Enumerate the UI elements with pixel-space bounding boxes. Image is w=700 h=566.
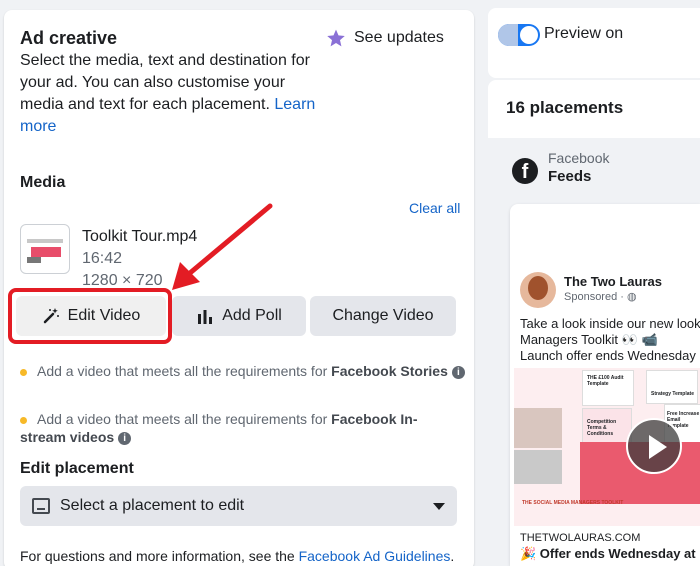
preview-toggle[interactable] xyxy=(498,24,540,46)
edit-video-highlight-annotation xyxy=(8,288,172,344)
avatar xyxy=(520,272,556,308)
video-person-thumbnail xyxy=(514,450,562,484)
video-person-thumbnail xyxy=(514,408,562,448)
post-sponsored: Sponsored · ◍ xyxy=(564,291,637,303)
post-video-media[interactable]: THE £100 Audit Template Strategy Templat… xyxy=(514,368,700,526)
add-poll-label: Add Poll xyxy=(222,307,282,324)
requirement-text: Add a video that meets all the requireme… xyxy=(37,363,332,379)
post-domain: THETWOLAURAS.COM xyxy=(520,532,641,544)
see-updates-label: See updates xyxy=(354,29,444,46)
platform-name: Facebook xyxy=(548,150,610,166)
description-text: Select the media, text and destination f… xyxy=(20,52,310,113)
change-video-label: Change Video xyxy=(332,307,434,324)
caret-down-icon xyxy=(433,502,445,510)
video-dimensions: 1280 × 720 xyxy=(82,272,163,286)
facebook-logo-icon: f xyxy=(512,158,538,184)
video-duration: 16:42 xyxy=(82,250,123,267)
post-text: Take a look inside our new look So Manag… xyxy=(520,316,700,363)
footer-text: For questions and more information, see … xyxy=(20,548,299,564)
placements-panel: 16 placements f Facebook Feeds The Two L… xyxy=(488,80,700,566)
requirement-instream: Add a video that meets all the requireme… xyxy=(20,410,460,446)
warning-dot-icon xyxy=(20,416,27,424)
change-video-button[interactable]: Change Video xyxy=(310,296,456,336)
info-icon[interactable]: i xyxy=(451,365,465,379)
video-file-name: Toolkit Tour.mp4 xyxy=(82,228,198,245)
ad-creative-panel: Ad creative See updates Select the media… xyxy=(4,10,474,566)
ad-guidelines-link[interactable]: Facebook Ad Guidelines xyxy=(299,548,451,564)
warning-dot-icon xyxy=(20,368,27,376)
screen-icon xyxy=(32,498,50,514)
placements-title: 16 placements xyxy=(506,98,624,117)
footer-suffix: . xyxy=(450,548,455,564)
star-icon xyxy=(327,29,345,47)
post-offer-headline: 🎉 Offer ends Wednesday at xyxy=(520,546,696,561)
clear-all-link[interactable]: Clear all xyxy=(409,200,460,216)
add-poll-button[interactable]: Add Poll xyxy=(172,296,306,336)
template-card: Strategy Template xyxy=(646,370,698,404)
toggle-knob xyxy=(520,26,538,44)
see-updates-button[interactable]: See updates xyxy=(326,28,444,48)
placement-select-value: Select a placement to edit xyxy=(60,497,245,514)
edit-placement-heading: Edit placement xyxy=(20,460,134,477)
template-card: THE £100 Audit Template xyxy=(582,370,634,406)
bar-chart-icon xyxy=(196,307,214,325)
requirement-text: Add a video that meets all the requireme… xyxy=(37,411,332,427)
requirement-placement: Facebook Stories xyxy=(331,363,448,379)
ad-creative-description: Select the media, text and destination f… xyxy=(20,50,320,138)
feed-preview-area: f Facebook Feeds The Two Lauras Sponsore… xyxy=(488,138,700,566)
footer-guidelines: For questions and more information, see … xyxy=(20,548,454,564)
placement-select[interactable]: Select a placement to edit xyxy=(20,486,457,526)
requirement-stories: Add a video that meets all the requireme… xyxy=(20,362,465,380)
play-icon[interactable] xyxy=(626,418,682,474)
ad-preview-post[interactable]: The Two Lauras Sponsored · ◍ Take a look… xyxy=(510,204,700,566)
preview-label: Preview on xyxy=(544,25,624,42)
post-author: The Two Lauras xyxy=(564,274,662,289)
ad-creative-title: Ad creative xyxy=(20,28,118,48)
video-thumbnail[interactable] xyxy=(20,224,70,274)
media-heading: Media xyxy=(20,174,66,191)
preview-bar: Preview on xyxy=(488,8,700,78)
info-icon[interactable]: i xyxy=(118,431,132,445)
thumbnail-image xyxy=(25,229,65,269)
placement-name: Feeds xyxy=(548,168,592,185)
globe-icon: ◍ xyxy=(626,291,637,303)
